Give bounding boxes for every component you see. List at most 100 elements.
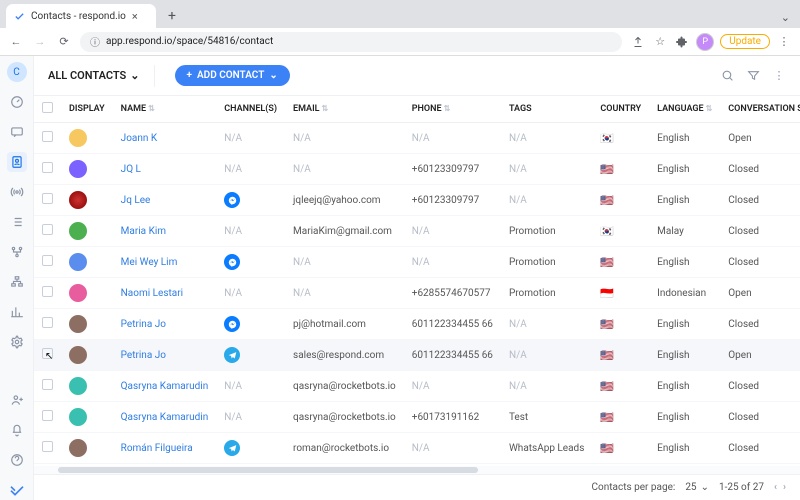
row-checkbox[interactable] xyxy=(42,131,53,142)
workspace-avatar[interactable]: C xyxy=(7,62,27,82)
messenger-icon xyxy=(224,254,240,270)
table-row[interactable]: Maria Kim N/A MariaKim@gmail.com N/A Pro… xyxy=(34,216,800,247)
col-conv-status[interactable]: CONVERSATION STATUS⇅ xyxy=(720,96,800,123)
add-contact-label: ADD CONTACT xyxy=(197,70,264,81)
cell-phone: N/A xyxy=(412,381,430,392)
select-all-checkbox[interactable] xyxy=(42,102,53,113)
table-row[interactable]: Petrina Jo sales@respond.com 60112233445… xyxy=(34,340,800,371)
table-row[interactable]: Naomi Lestari N/A N/A +6285574670577 Pro… xyxy=(34,278,800,309)
contact-name-link[interactable]: Joann K xyxy=(121,133,157,144)
table-row[interactable]: Qasryna Kamarudin N/A qasryna@rocketbots… xyxy=(34,402,800,433)
url-text: app.respond.io/space/54816/contact xyxy=(106,36,273,47)
row-checkbox[interactable] xyxy=(42,255,53,266)
messages-icon[interactable] xyxy=(7,122,27,142)
row-checkbox[interactable] xyxy=(42,410,53,421)
list-icon[interactable] xyxy=(7,212,27,232)
row-checkbox[interactable] xyxy=(42,286,53,297)
col-email[interactable]: EMAIL⇅ xyxy=(285,96,404,123)
contact-name-link[interactable]: Mei Wey Lim xyxy=(121,257,178,268)
workflow-icon[interactable] xyxy=(7,242,27,262)
user-add-icon[interactable] xyxy=(7,390,27,410)
update-button[interactable]: Update xyxy=(720,34,770,49)
cell-tags: Promotion xyxy=(509,257,556,268)
share-icon[interactable] xyxy=(630,34,646,50)
url-input[interactable]: ⓘ app.respond.io/space/54816/contact xyxy=(80,32,622,52)
browser-tab[interactable]: Contacts - respond.io × xyxy=(6,4,156,28)
broadcast-icon[interactable] xyxy=(7,182,27,202)
segment-selector[interactable]: ALL CONTACTS ⌄ xyxy=(48,69,140,82)
col-display[interactable]: DISPLAY xyxy=(61,96,113,123)
notifications-icon[interactable] xyxy=(7,420,27,440)
row-checkbox[interactable] xyxy=(42,224,53,235)
table-row[interactable]: Jq Lee jqleejq@yahoo.com +60123309797 N/… xyxy=(34,185,800,216)
dashboard-icon[interactable] xyxy=(7,92,27,112)
chevron-down-icon[interactable]: ⌄ xyxy=(781,11,790,24)
contacts-table-wrap[interactable]: DISPLAY NAME⇅ CHANNEL(S) EMAIL⇅ PHONE⇅ T… xyxy=(34,96,800,466)
row-checkbox[interactable] xyxy=(42,441,53,452)
col-language[interactable]: LANGUAGE⇅ xyxy=(649,96,720,123)
cell-channels: N/A xyxy=(224,288,242,299)
per-page-select[interactable]: 25 ⌄ xyxy=(685,482,709,493)
contact-name-link[interactable]: Naomi Lestari xyxy=(121,288,183,299)
col-country[interactable]: COUNTRY xyxy=(592,96,649,123)
contact-name-link[interactable]: Román Filgueira xyxy=(121,443,193,454)
cell-language: English xyxy=(657,257,689,268)
settings-icon[interactable] xyxy=(7,332,27,352)
cell-phone: N/A xyxy=(412,443,430,454)
row-checkbox[interactable] xyxy=(42,379,53,390)
table-row[interactable]: JQ L N/A N/A +60123309797 N/A 🇺🇸 English… xyxy=(34,154,800,185)
avatar xyxy=(69,408,87,426)
reload-icon[interactable]: ⟳ xyxy=(56,34,72,50)
reports-icon[interactable] xyxy=(7,302,27,322)
search-icon[interactable] xyxy=(720,69,734,83)
col-name[interactable]: NAME⇅ xyxy=(113,96,217,123)
contact-name-link[interactable]: Qasryna Kamarudin xyxy=(121,412,209,423)
row-checkbox[interactable] xyxy=(42,193,53,204)
page-range: 1-25 of 27 xyxy=(719,482,764,493)
table-row[interactable]: Mei Wey Lim N/A N/A Promotion 🇺🇸 English… xyxy=(34,247,800,278)
close-icon[interactable]: × xyxy=(132,10,138,23)
extensions-icon[interactable] xyxy=(674,34,690,50)
table-row[interactable]: Román Filgueira roman@rocketbots.io N/A … xyxy=(34,433,800,464)
menu-icon[interactable]: ⋮ xyxy=(776,34,792,50)
row-checkbox[interactable] xyxy=(42,162,53,173)
per-page-label: Contacts per page: xyxy=(592,482,676,493)
col-phone[interactable]: PHONE⇅ xyxy=(404,96,501,123)
more-icon[interactable]: ⋮ xyxy=(772,69,786,83)
avatar xyxy=(69,439,87,457)
row-checkbox[interactable] xyxy=(42,348,53,359)
cell-language: English xyxy=(657,195,689,206)
contact-name-link[interactable]: Qasryna Kamarudin xyxy=(121,381,209,392)
prev-page-icon[interactable]: ‹ xyxy=(774,482,777,493)
next-page-icon[interactable]: › xyxy=(783,482,786,493)
contact-name-link[interactable]: Maria Kim xyxy=(121,226,166,237)
toolbar: ALL CONTACTS ⌄ + ADD CONTACT ⌄ ⋮ xyxy=(34,56,800,96)
back-icon[interactable]: ← xyxy=(8,34,24,50)
country-flag: 🇺🇸 xyxy=(600,256,614,269)
org-icon[interactable] xyxy=(7,272,27,292)
new-tab-button[interactable]: + xyxy=(162,6,182,26)
contact-name-link[interactable]: JQ L xyxy=(121,164,141,175)
help-icon[interactable] xyxy=(7,450,27,470)
cell-phone: +60173191162 xyxy=(412,412,480,423)
table-row[interactable]: Qasryna Kamarudin N/A qasryna@rocketbots… xyxy=(34,371,800,402)
add-contact-button[interactable]: + ADD CONTACT ⌄ xyxy=(175,65,290,86)
col-tags[interactable]: TAGS xyxy=(501,96,592,123)
table-row[interactable]: Joann K N/A N/A N/A N/A 🇰🇷 English Open xyxy=(34,123,800,154)
contact-name-link[interactable]: Petrina Jo xyxy=(121,319,166,330)
filter-icon[interactable] xyxy=(746,69,760,83)
profile-badge[interactable]: P xyxy=(696,33,714,51)
cell-language: English xyxy=(657,164,689,175)
contact-name-link[interactable]: Jq Lee xyxy=(121,195,151,206)
bookmark-icon[interactable]: ☆ xyxy=(652,34,668,50)
cell-status: Closed xyxy=(728,381,759,392)
forward-icon[interactable]: → xyxy=(32,34,48,50)
horizontal-scrollbar[interactable] xyxy=(34,466,800,474)
row-checkbox[interactable] xyxy=(42,317,53,328)
cell-channels: N/A xyxy=(224,133,242,144)
table-row[interactable]: Petrina Jo pj@hotmail.com 601122334455 6… xyxy=(34,309,800,340)
site-info-icon[interactable]: ⓘ xyxy=(90,34,100,49)
contact-name-link[interactable]: Petrina Jo xyxy=(121,350,166,361)
col-channels[interactable]: CHANNEL(S) xyxy=(216,96,285,123)
contacts-icon[interactable] xyxy=(7,152,27,172)
